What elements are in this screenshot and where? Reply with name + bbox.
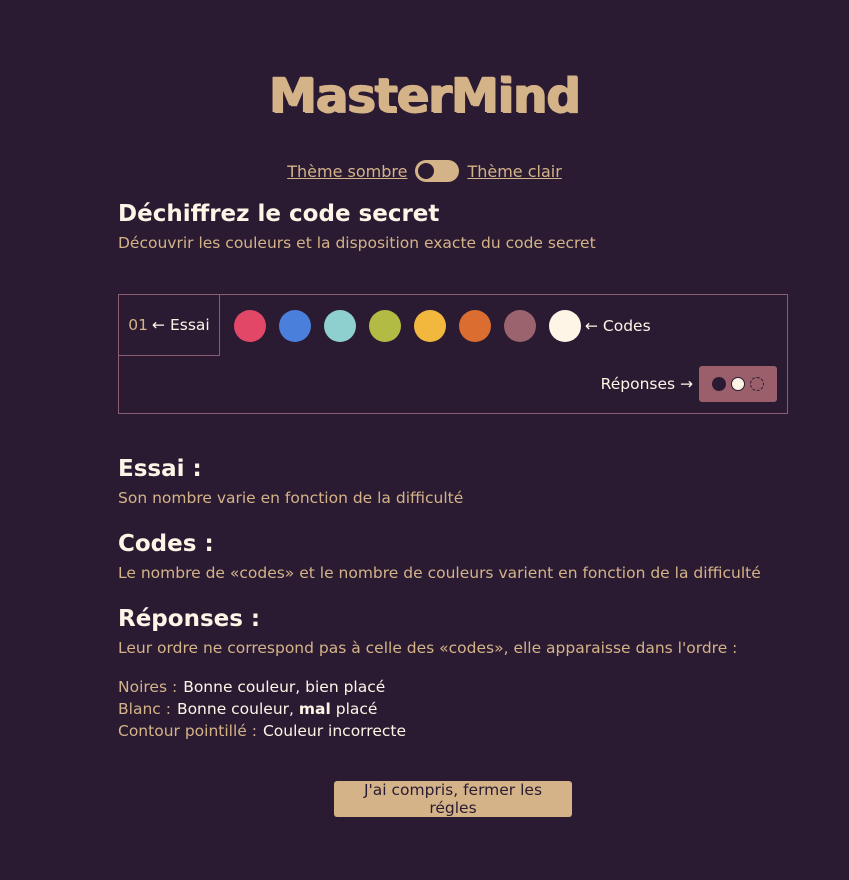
mastermind-logo: MasterMind [269, 68, 581, 124]
page-title: Déchiffrez le code secret [118, 201, 440, 227]
light-theme-link[interactable]: Thème clair [467, 162, 561, 181]
dark-theme-link[interactable]: Thème sombre [287, 162, 407, 181]
legend-black-value: Bonne couleur, bien placé [183, 678, 386, 696]
legend-black-key: Noires : [118, 678, 178, 696]
codes-row: ← Codes [234, 310, 651, 342]
codes-description: Le nombre de «codes» et le nombre de cou… [118, 564, 761, 582]
reponses-description: Leur ordre ne correspond pas à celle des… [118, 639, 738, 657]
response-peg-white [731, 377, 745, 391]
theme-switcher: Thème sombre Thème clair [0, 160, 849, 182]
essai-cell: 01 ← Essai [119, 295, 220, 356]
legend-dotted-value: Couleur incorrecte [262, 722, 406, 740]
code-color-dot[interactable] [234, 310, 266, 342]
code-color-dot[interactable] [369, 310, 401, 342]
legend-white-value: Bonne couleur, mal placé [177, 700, 378, 718]
close-rules-button[interactable]: J'ai compris, fermer les régles [334, 781, 572, 817]
response-pegs-box [699, 366, 777, 402]
code-color-dot[interactable] [279, 310, 311, 342]
page-subtitle: Découvrir les couleurs et la disposition… [118, 234, 596, 252]
legend-white: Blanc : Bonne couleur, mal placé [118, 698, 406, 720]
code-color-dot[interactable] [504, 310, 536, 342]
legend-black: Noires : Bonne couleur, bien placé [118, 676, 406, 698]
response-peg-dotted [750, 377, 764, 391]
toggle-knob [418, 163, 435, 179]
legend-white-key: Blanc : [118, 700, 171, 718]
legend-white-value-after: placé [330, 700, 378, 718]
essai-description: Son nombre varie en fonction de la diffi… [118, 489, 464, 507]
legend-white-value-bold: mal [298, 700, 331, 718]
legend-dotted: Contour pointillé : Couleur incorrecte [118, 720, 406, 742]
legend-white-value-before: Bonne couleur, [176, 700, 299, 718]
example-board: 01 ← Essai ← Codes Réponses → [118, 294, 788, 414]
essai-number: 01 [128, 316, 149, 334]
code-color-dot[interactable] [459, 310, 491, 342]
code-color-dot[interactable] [549, 310, 581, 342]
legend-dotted-key: Contour pointillé : [118, 722, 257, 740]
code-color-dot[interactable] [414, 310, 446, 342]
responses-row: Réponses → [601, 366, 777, 402]
codes-heading: Codes : [118, 531, 214, 557]
reponses-heading: Réponses : [118, 606, 261, 632]
response-peg-black [712, 377, 726, 391]
code-color-dot[interactable] [324, 310, 356, 342]
codes-label: ← Codes [585, 317, 651, 335]
essai-label: ← Essai [152, 316, 210, 334]
responses-label: Réponses → [600, 375, 693, 393]
response-legend: Noires : Bonne couleur, bien placé Blanc … [118, 676, 406, 742]
theme-toggle[interactable] [415, 160, 460, 182]
essai-heading: Essai : [118, 456, 202, 482]
